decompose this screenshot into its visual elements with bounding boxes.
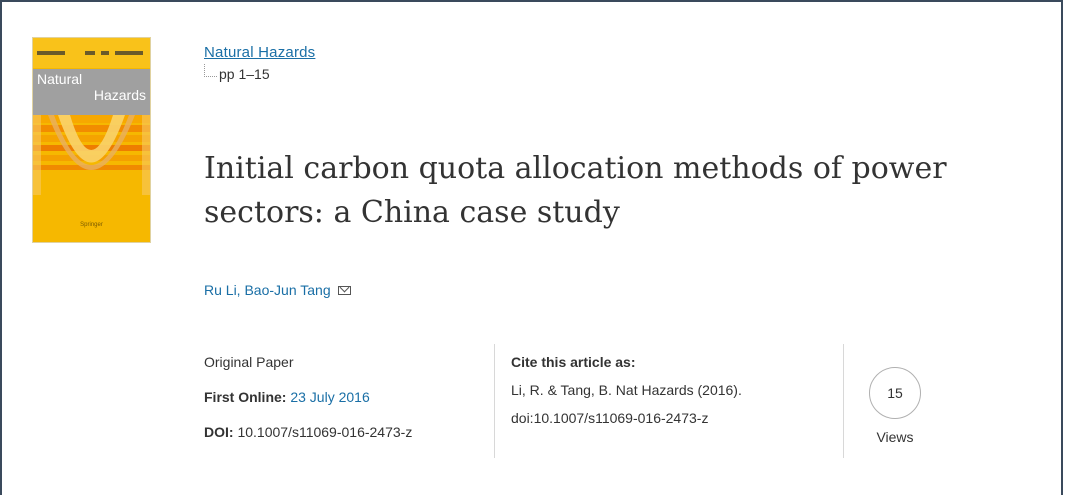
first-online: First Online: 23 July 2016 bbox=[204, 387, 412, 422]
metrics-divider bbox=[843, 344, 844, 458]
tree-connector-icon bbox=[204, 64, 217, 77]
journal-name-link[interactable]: Natural Hazards bbox=[204, 44, 315, 61]
doi: DOI: 10.1007/s11069-016-2473-z bbox=[204, 422, 412, 457]
first-online-label: First Online: bbox=[204, 389, 287, 405]
author-links[interactable]: Ru Li, Bao-Jun Tang bbox=[204, 282, 331, 298]
cover-top-line bbox=[115, 51, 143, 55]
citation-heading: Cite this article as: bbox=[511, 354, 636, 370]
page-range-text: pp 1–15 bbox=[219, 66, 270, 82]
journal-cover-image[interactable]: Natural Hazards Springer bbox=[33, 38, 150, 242]
cover-top-line bbox=[85, 51, 95, 55]
citation-block: Cite this article as: Li, R. & Tang, B. … bbox=[511, 352, 742, 436]
page-range: pp 1–15 bbox=[204, 64, 270, 82]
meta-divider bbox=[494, 344, 495, 458]
cover-top-line bbox=[37, 51, 65, 55]
cover-title-line2: Hazards bbox=[93, 87, 146, 103]
doi-label: DOI: bbox=[204, 424, 234, 440]
citation-line2: doi:10.1007/s11069-016-2473-z bbox=[511, 410, 709, 426]
cover-title-line1: Natural bbox=[37, 71, 83, 87]
mail-icon[interactable] bbox=[337, 286, 351, 295]
author-list: Ru Li, Bao-Jun Tang bbox=[204, 282, 351, 298]
cover-publisher: Springer bbox=[80, 222, 103, 228]
views-count[interactable]: 15 bbox=[869, 367, 921, 419]
article-type: Original Paper bbox=[204, 354, 294, 370]
doi-value: 10.1007/s11069-016-2473-z bbox=[237, 424, 413, 440]
cover-title: Natural Hazards bbox=[37, 71, 146, 103]
views-label: Views bbox=[876, 429, 914, 445]
article-meta: Original Paper First Online: 23 July 201… bbox=[204, 352, 412, 457]
cover-top-line bbox=[101, 51, 109, 55]
cover-stripe-artwork bbox=[33, 115, 150, 195]
citation-line1: Li, R. & Tang, B. Nat Hazards (2016). bbox=[511, 382, 742, 398]
article-title: Initial carbon quota allocation methods … bbox=[204, 151, 947, 230]
first-online-date-link[interactable]: 23 July 2016 bbox=[290, 389, 369, 405]
